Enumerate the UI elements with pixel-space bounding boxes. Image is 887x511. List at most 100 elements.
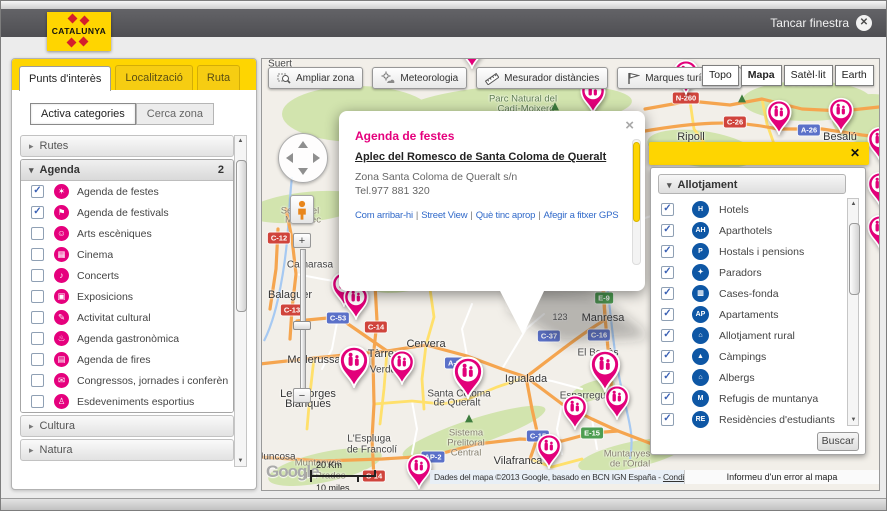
map-marker[interactable] [866, 171, 880, 207]
map-marker[interactable] [827, 97, 855, 133]
pan-up-icon[interactable] [298, 141, 308, 148]
allotjament-row[interactable]: ✓ H Hotels [653, 199, 846, 220]
allotjament-row[interactable]: ✓ ⌂ Albergs [653, 367, 846, 388]
sidebar-tab[interactable]: Ruta [197, 65, 240, 90]
category-checkbox[interactable]: ✓ [31, 290, 44, 303]
accordion-agenda[interactable]: ▾ Agenda 2 [21, 160, 233, 181]
zoom-out-button[interactable]: − [293, 388, 311, 403]
popup-link[interactable]: | [538, 210, 540, 221]
map-canvas[interactable]: SuertParc Natural delCadí-MoixeróGarrotx… [261, 58, 880, 491]
popup-link[interactable]: Com arribar-hi [355, 210, 413, 221]
map-marker[interactable] [561, 394, 589, 430]
category-row[interactable]: ✓ ▦ Cinema [21, 244, 233, 265]
allotjament-row[interactable]: ✓ M Refugis de muntanya [653, 388, 846, 409]
zoom-slider-track[interactable] [300, 249, 306, 390]
pan-right-icon[interactable] [313, 153, 320, 163]
ampliar-zona-button[interactable]: Ampliar zona [268, 67, 363, 89]
close-icon[interactable]: ✕ [856, 15, 872, 31]
category-row[interactable]: ✓ ✉ Congressos, jornades i conferèn... [21, 370, 233, 391]
allotjament-checkbox[interactable]: ✓ [661, 224, 674, 237]
allotjament-checkbox[interactable]: ✓ [661, 203, 674, 216]
category-checkbox[interactable]: ✓ [31, 332, 44, 345]
category-checkbox[interactable]: ✓ [31, 353, 44, 366]
scroll-up-icon[interactable]: ▲ [235, 138, 246, 144]
close-window-button[interactable]: Tancar finestra ✕ [770, 15, 872, 31]
popup-link[interactable]: Afegir a fitxer GPS [544, 210, 619, 221]
accordion-allotjament[interactable]: ▾ Allotjament [658, 174, 846, 194]
category-row[interactable]: ✓ ⚑ Agenda de festivals [21, 202, 233, 223]
allotjament-row[interactable]: ✓ ▥ Cases-fonda [653, 283, 846, 304]
allotjament-checkbox[interactable]: ✓ [661, 266, 674, 279]
scrollbar-thumb[interactable] [849, 223, 860, 295]
category-row[interactable]: ✓ ♨ Agenda gastronòmica [21, 328, 233, 349]
mesurador-distancies-button[interactable]: Mesurador distàncies [476, 67, 608, 89]
popup-link[interactable]: | [416, 210, 418, 221]
category-row[interactable]: ✓ ✶ Agenda de festes [21, 181, 233, 202]
category-checkbox[interactable]: ✓ [31, 395, 44, 408]
sidebar-tab[interactable]: Punts d'interès [19, 66, 111, 91]
map-marker[interactable] [388, 349, 416, 385]
map-marker[interactable] [866, 214, 880, 250]
map-marker[interactable] [405, 453, 433, 489]
scroll-up-icon[interactable]: ▲ [848, 201, 859, 207]
meteorologia-button[interactable]: Meteorologia [372, 67, 467, 89]
allotjament-checkbox[interactable]: ✓ [661, 371, 674, 384]
scroll-down-icon[interactable]: ▼ [848, 417, 859, 423]
popup-scrollbar-thumb[interactable] [633, 142, 640, 222]
popup-link[interactable]: | [470, 210, 472, 221]
popup-link[interactable]: Street View [421, 210, 467, 221]
allotjament-row[interactable]: ✓ ▲ Càmpings [653, 346, 846, 367]
allotjament-checkbox[interactable]: ✓ [661, 350, 674, 363]
popup-close-icon[interactable]: × [625, 117, 634, 134]
allotjament-checkbox[interactable]: ✓ [661, 413, 674, 426]
view-button[interactable]: Cerca zona [136, 103, 214, 125]
map-type-button[interactable]: Satèl·lit [784, 65, 833, 86]
pegman-control[interactable] [290, 195, 314, 224]
map-type-button[interactable]: Mapa [741, 65, 782, 86]
category-checkbox[interactable]: ✓ [31, 185, 44, 198]
filter-scrollbar[interactable]: ▲ ▼ [847, 198, 859, 426]
scroll-down-icon[interactable]: ▼ [235, 458, 246, 464]
zoom-slider-thumb[interactable] [293, 321, 311, 330]
report-error-link[interactable]: Informeu d'un error al mapa [684, 470, 879, 484]
sidebar-scrollbar[interactable]: ▲ ▼ [234, 135, 247, 467]
pan-down-icon[interactable] [298, 168, 308, 175]
category-checkbox[interactable]: ✓ [31, 269, 44, 282]
filter-close-icon[interactable]: ✕ [850, 146, 860, 160]
allotjament-row[interactable]: ✓ P Hostals i pensions [653, 241, 846, 262]
zoom-in-button[interactable]: + [293, 233, 311, 248]
accordion-rutes[interactable]: ▸ Rutes [20, 135, 234, 157]
allotjament-row[interactable]: ✓ AP Apartaments [653, 304, 846, 325]
view-button[interactable]: Activa categories [30, 103, 136, 125]
accordion-cultura[interactable]: ▸ Cultura [20, 415, 234, 437]
map-marker[interactable] [535, 433, 563, 469]
category-row[interactable]: ✓ ✎ Activitat cultural [21, 307, 233, 328]
map-marker[interactable] [337, 345, 371, 388]
category-row[interactable]: ✓ ▤ Agenda de fires [21, 349, 233, 370]
category-checkbox[interactable]: ✓ [31, 248, 44, 261]
popup-link[interactable]: Què tinc aprop [476, 210, 536, 221]
category-row[interactable]: ✓ ♙ Esdeveniments esportius [21, 391, 233, 412]
map-marker[interactable] [765, 99, 793, 135]
allotjament-checkbox[interactable]: ✓ [661, 329, 674, 342]
allotjament-checkbox[interactable]: ✓ [661, 392, 674, 405]
allotjament-row[interactable]: ✓ ✦ Paradors [653, 262, 846, 283]
pan-control[interactable] [278, 133, 328, 183]
pan-left-icon[interactable] [286, 153, 293, 163]
buscar-button[interactable]: Buscar [817, 432, 859, 451]
map-type-button[interactable]: Earth [835, 65, 874, 86]
allotjament-row[interactable]: ✓ RE Residències d'estudiants [653, 409, 846, 430]
map-marker[interactable] [451, 356, 485, 399]
category-row[interactable]: ✓ ♪ Concerts [21, 265, 233, 286]
accordion-natura[interactable]: ▸ Natura [20, 439, 234, 461]
map-marker[interactable] [588, 349, 622, 392]
category-row[interactable]: ✓ ☺ Arts escèniques [21, 223, 233, 244]
category-row[interactable]: ✓ ▣ Exposicions [21, 286, 233, 307]
allotjament-row[interactable]: ✓ AH Aparthotels [653, 220, 846, 241]
map-type-button[interactable]: Topo [702, 65, 739, 86]
category-checkbox[interactable]: ✓ [31, 227, 44, 240]
category-checkbox[interactable]: ✓ [31, 311, 44, 324]
allotjament-checkbox[interactable]: ✓ [661, 308, 674, 321]
popup-title-link[interactable]: Aplec del Romesco de Santa Coloma de Que… [355, 151, 621, 163]
category-checkbox[interactable]: ✓ [31, 374, 44, 387]
